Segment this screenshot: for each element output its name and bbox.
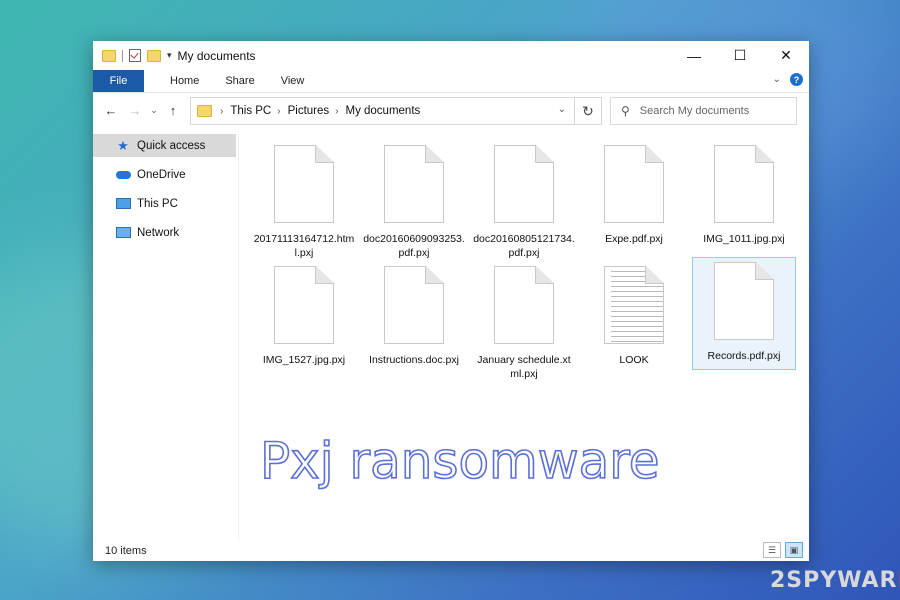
file-item[interactable]: LOOK: [583, 266, 685, 367]
ransomware-watermark: Pxj ransomware: [259, 431, 660, 491]
back-button[interactable]: ←: [99, 103, 123, 118]
breadcrumb-this-pc[interactable]: This PC: [230, 105, 271, 117]
sidebar-item-label: This PC: [137, 197, 178, 210]
expand-ribbon-icon[interactable]: ⌄: [773, 74, 781, 85]
new-folder-icon[interactable]: [147, 49, 161, 62]
breadcrumb-pictures[interactable]: Pictures: [288, 105, 330, 117]
brand-prefix: 2SPYWAR: [770, 568, 898, 593]
network-icon: [115, 226, 131, 240]
file-item[interactable]: doc20160609093253.pdf.pxj: [363, 145, 465, 260]
sidebar-item-onedrive[interactable]: OneDrive: [93, 163, 238, 186]
chevron-down-icon[interactable]: ⌄: [558, 104, 566, 115]
file-name: Instructions.doc.pxj: [369, 354, 459, 366]
file-name: doc20160805121734.pdf.pxj: [473, 233, 575, 259]
navigation-bar: ← → ⌄ ↑ › This PC › Pictures › My docume…: [93, 92, 809, 128]
file-item[interactable]: January schedule.xtml.pxj: [473, 266, 575, 381]
watermark-text: Pxj ransomware: [260, 432, 660, 490]
sidebar-item-label: OneDrive: [137, 168, 186, 181]
text-document-icon: [604, 266, 664, 344]
view-switcher: ☰ ▣: [763, 542, 803, 558]
tab-file[interactable]: File: [93, 70, 144, 92]
tab-share[interactable]: Share: [225, 75, 254, 87]
window-title: My documents: [177, 48, 256, 63]
blank-document-icon: [274, 145, 334, 223]
details-view-icon[interactable]: ☰: [763, 542, 781, 558]
brand-logo: 2SPYWARE: [770, 568, 900, 593]
search-input[interactable]: ⚲ Search My documents: [610, 97, 797, 125]
file-item[interactable]: IMG_1011.jpg.pxj: [693, 145, 795, 246]
file-name: Expe.pdf.pxj: [605, 233, 663, 245]
file-name: IMG_1527.jpg.pxj: [262, 354, 346, 366]
minimize-button[interactable]: —: [671, 41, 717, 70]
title-bar: ▾ My documents — ☐ ✕: [93, 41, 809, 70]
close-button[interactable]: ✕: [763, 41, 809, 70]
cloud-icon: [115, 168, 131, 182]
search-icon: ⚲: [621, 104, 630, 118]
blank-document-icon: [494, 266, 554, 344]
toolbar-divider: [122, 49, 123, 62]
status-item-count: 10 items: [105, 545, 147, 557]
search-placeholder: Search My documents: [639, 105, 750, 117]
file-item[interactable]: IMG_1527.jpg.pxj: [253, 266, 355, 367]
star-icon: ★: [117, 137, 129, 153]
help-icon[interactable]: ?: [790, 73, 803, 86]
chevron-right-icon[interactable]: ›: [335, 106, 338, 117]
breadcrumb-my-documents[interactable]: My documents: [345, 105, 420, 117]
forward-button[interactable]: →: [123, 103, 147, 118]
properties-icon[interactable]: [129, 49, 141, 62]
window-controls: — ☐ ✕: [671, 41, 809, 70]
tab-view[interactable]: View: [281, 75, 305, 87]
file-item[interactable]: Instructions.doc.pxj: [363, 266, 465, 367]
file-name: LOOK: [619, 354, 649, 366]
ribbon-tabs: File Home Share View ⌄ ?: [93, 70, 809, 93]
navigation-pane: ★ Quick access OneDrive This PC Network: [93, 134, 239, 539]
file-item-selected[interactable]: Records.pdf.pxj: [692, 257, 796, 370]
sidebar-item-network[interactable]: Network: [93, 221, 238, 244]
file-name: January schedule.xtml.pxj: [477, 354, 571, 380]
file-item[interactable]: doc20160805121734.pdf.pxj: [473, 145, 575, 260]
file-item[interactable]: 20171113164712.html.pxj: [253, 145, 355, 260]
refresh-button[interactable]: ↻: [574, 97, 602, 125]
chevron-right-icon[interactable]: ›: [277, 106, 280, 117]
blank-document-icon: [494, 145, 554, 223]
file-name: Records.pdf.pxj: [707, 350, 781, 362]
folder-icon[interactable]: [102, 49, 116, 62]
file-name: doc20160609093253.pdf.pxj: [363, 233, 465, 259]
maximize-button[interactable]: ☐: [717, 41, 763, 70]
sidebar-item-label: Network: [137, 226, 180, 239]
blank-document-icon: [604, 145, 664, 223]
tab-home[interactable]: Home: [170, 75, 199, 87]
computer-icon: [115, 197, 131, 211]
address-bar[interactable]: › This PC › Pictures › My documents ⌄: [190, 97, 575, 125]
chevron-right-icon[interactable]: ›: [220, 106, 223, 117]
blank-document-icon: [714, 145, 774, 223]
file-name: IMG_1011.jpg.pxj: [703, 233, 785, 245]
blank-document-icon: [384, 145, 444, 223]
customize-toolbar-icon[interactable]: ▾: [167, 50, 172, 61]
up-button[interactable]: ↑: [161, 103, 185, 118]
quick-access-toolbar: ▾: [102, 49, 178, 62]
blank-document-icon: [714, 262, 774, 340]
sidebar-item-this-pc[interactable]: This PC: [93, 192, 238, 215]
file-item[interactable]: Expe.pdf.pxj: [583, 145, 685, 246]
blank-document-icon: [384, 266, 444, 344]
file-name: 20171113164712.html.pxj: [253, 233, 355, 259]
large-icons-view-icon[interactable]: ▣: [785, 542, 803, 558]
recent-locations-button[interactable]: ⌄: [147, 105, 161, 116]
sidebar-item-quick-access[interactable]: ★ Quick access: [93, 134, 236, 157]
blank-document-icon: [274, 266, 334, 344]
folder-icon: [197, 105, 212, 117]
sidebar-item-label: Quick access: [137, 139, 206, 152]
